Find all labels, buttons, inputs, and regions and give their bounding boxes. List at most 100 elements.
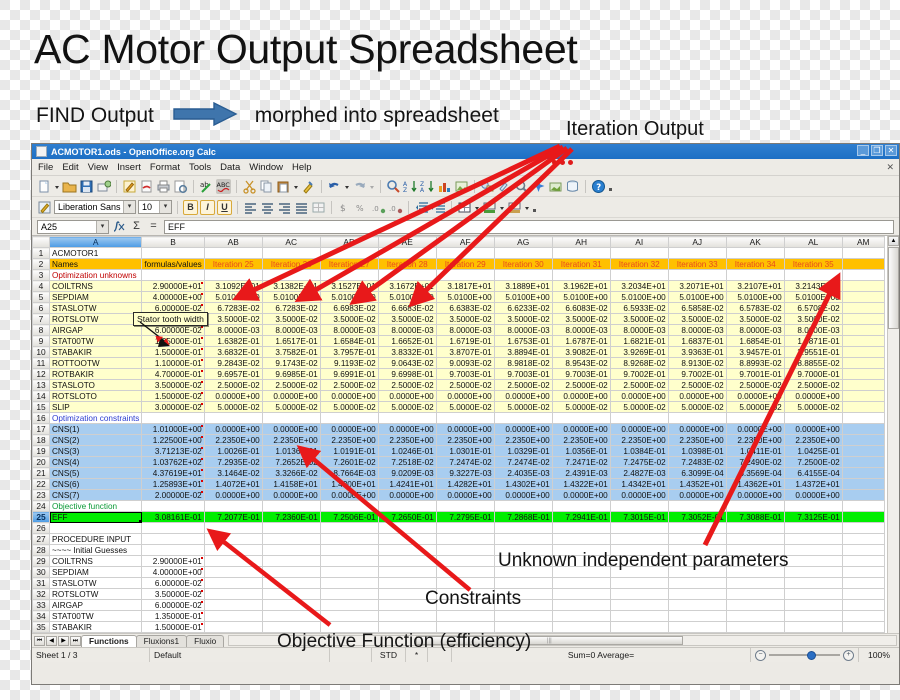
cell-AI16[interactable] [609, 412, 669, 424]
cell-A13[interactable]: STASLOTO [48, 379, 143, 391]
cell-AM19[interactable] [841, 445, 885, 457]
cell-AE13[interactable]: 2.5000E-02 [377, 379, 437, 391]
cell-AK11[interactable]: 8.8993E-02 [725, 357, 785, 369]
cell-AL19[interactable]: 1.0425E-01 [783, 445, 843, 457]
cell-B29[interactable]: 2.90000E+01 [141, 555, 205, 567]
cell-AL17[interactable]: 0.0000E+00 [783, 423, 843, 435]
cell-AG20[interactable]: 7.2474E-02 [493, 456, 553, 468]
cell-AM27[interactable] [841, 533, 885, 545]
cell-AL10[interactable]: 3.9551E-01 [783, 346, 843, 358]
cell-AE30[interactable] [377, 566, 437, 578]
align-right-icon[interactable] [277, 200, 292, 215]
cell-AC28[interactable] [261, 544, 321, 556]
cell-AK12[interactable]: 9.7001E-01 [725, 368, 785, 380]
email-document-icon[interactable] [96, 179, 111, 194]
cell-AJ19[interactable]: 1.0398E-01 [667, 445, 727, 457]
cell-AD24[interactable] [319, 500, 379, 512]
merge-cells-icon[interactable] [311, 200, 326, 215]
row-header-13[interactable]: 13 [32, 379, 50, 391]
cell-AI35[interactable] [609, 621, 669, 633]
sheet-tab-fluxions1[interactable]: Fluxions1 [135, 634, 188, 647]
sort-ascending-icon[interactable]: AZ [403, 179, 418, 194]
cell-AL25[interactable]: 7.3125E-01 [783, 511, 843, 523]
cell-AG27[interactable] [493, 533, 553, 545]
cell-AL24[interactable] [783, 500, 843, 512]
cell-AC11[interactable]: 9.1743E-02 [261, 357, 321, 369]
cell-AB6[interactable]: 6.7283E-02 [203, 302, 263, 314]
sparkle-icon[interactable] [531, 179, 546, 194]
cell-A25[interactable]: EFF [48, 511, 143, 523]
cell-A22[interactable]: CNS(6) [48, 478, 143, 490]
borders-dropdown-icon[interactable] [474, 200, 480, 215]
cell-AE11[interactable]: 9.0643E-02 [377, 357, 437, 369]
menu-tools[interactable]: Tools [189, 162, 211, 173]
cell-AE7[interactable]: 3.5000E-02 [377, 313, 437, 325]
cell-AJ1[interactable] [667, 247, 727, 259]
cell-A20[interactable]: CNS(4) [48, 456, 143, 468]
cell-AD33[interactable] [319, 599, 379, 611]
row-header-31[interactable]: 31 [32, 577, 50, 589]
cell-AC25[interactable]: 7.2360E-01 [261, 511, 321, 523]
cell-AB11[interactable]: 9.2843E-02 [203, 357, 263, 369]
cell-AC19[interactable]: 1.0136E-01 [261, 445, 321, 457]
column-header-ad[interactable]: AD [319, 236, 379, 248]
cell-A30[interactable]: SEPDIAM [48, 566, 143, 578]
column-header-ab[interactable]: AB [203, 236, 263, 248]
cell-AG15[interactable]: 5.0000E-02 [493, 401, 553, 413]
cell-AG16[interactable] [493, 412, 553, 424]
cell-AK24[interactable] [725, 500, 785, 512]
cell-AM29[interactable] [841, 555, 885, 567]
cell-AF29[interactable] [435, 555, 495, 567]
table-row[interactable]: 18 CNS(2) 1.22500E+00 2.2350E+00 2.2350E+00 2… [32, 434, 885, 446]
cell-AL35[interactable] [783, 621, 843, 633]
cell-AE16[interactable] [377, 412, 437, 424]
cell-AM11[interactable] [841, 357, 885, 369]
row-header-1[interactable]: 1 [32, 247, 50, 259]
table-row[interactable]: 8 AIRGAP 6.00000E-02 8.0000E-03 8.0000E-03 8.… [32, 324, 885, 336]
cell-AB16[interactable] [203, 412, 263, 424]
table-row[interactable]: 16 Optimization constraints [32, 412, 885, 424]
cell-A4[interactable]: COILTRNS [48, 280, 143, 292]
cell-AE26[interactable] [377, 522, 437, 534]
italic-button[interactable]: I [200, 199, 215, 215]
cell-AK13[interactable]: 2.5000E-02 [725, 379, 785, 391]
row-header-26[interactable]: 26 [32, 522, 50, 534]
column-header-ae[interactable]: AE [377, 236, 437, 248]
cell-AJ20[interactable]: 7.2483E-02 [667, 456, 727, 468]
cell-AD30[interactable] [319, 566, 379, 578]
cell-AG2[interactable]: Iteration 30 [493, 258, 553, 270]
column-header-ak[interactable]: AK [725, 236, 785, 248]
cell-AI1[interactable] [609, 247, 669, 259]
cell-AM13[interactable] [841, 379, 885, 391]
cell-AC16[interactable] [261, 412, 321, 424]
row-header-30[interactable]: 30 [32, 566, 50, 578]
cell-AC1[interactable] [261, 247, 321, 259]
new-dropdown-icon[interactable] [54, 179, 60, 194]
cell-AL4[interactable]: 3.2143E+01 [783, 280, 843, 292]
row-header-10[interactable]: 10 [32, 346, 50, 358]
cell-AI9[interactable]: 1.6821E-01 [609, 335, 669, 347]
cell-AI6[interactable]: 6.5933E-02 [609, 302, 669, 314]
cell-AI33[interactable] [609, 599, 669, 611]
cell-AM9[interactable] [841, 335, 885, 347]
cell-AB19[interactable]: 1.0026E-01 [203, 445, 263, 457]
cell-AI7[interactable]: 3.5000E-02 [609, 313, 669, 325]
cell-AB30[interactable] [203, 566, 263, 578]
cell-AF1[interactable] [435, 247, 495, 259]
cell-AJ25[interactable]: 7.3052E-01 [667, 511, 727, 523]
cell-AK18[interactable]: 2.2350E+00 [725, 434, 785, 446]
spelling-highlight-icon[interactable] [497, 179, 512, 194]
clone-formatting-icon[interactable] [301, 179, 316, 194]
cell-AB27[interactable] [203, 533, 263, 545]
cell-A15[interactable]: SLIP [48, 401, 143, 413]
cell-AL33[interactable] [783, 599, 843, 611]
cell-AM5[interactable] [841, 291, 885, 303]
cell-AM20[interactable] [841, 456, 885, 468]
cell-AK20[interactable]: 7.2490E-02 [725, 456, 785, 468]
cell-A16[interactable]: Optimization constraints [48, 412, 143, 424]
row-header-24[interactable]: 24 [32, 500, 50, 512]
cell-AD31[interactable] [319, 577, 379, 589]
cell-B11[interactable]: 1.10000E-01 [141, 357, 205, 369]
table-row[interactable]: 9 STAT00TW 1.35000E-01 1.6382E-01 1.6517E-01… [32, 335, 885, 347]
column-header-b[interactable]: B [141, 236, 205, 248]
